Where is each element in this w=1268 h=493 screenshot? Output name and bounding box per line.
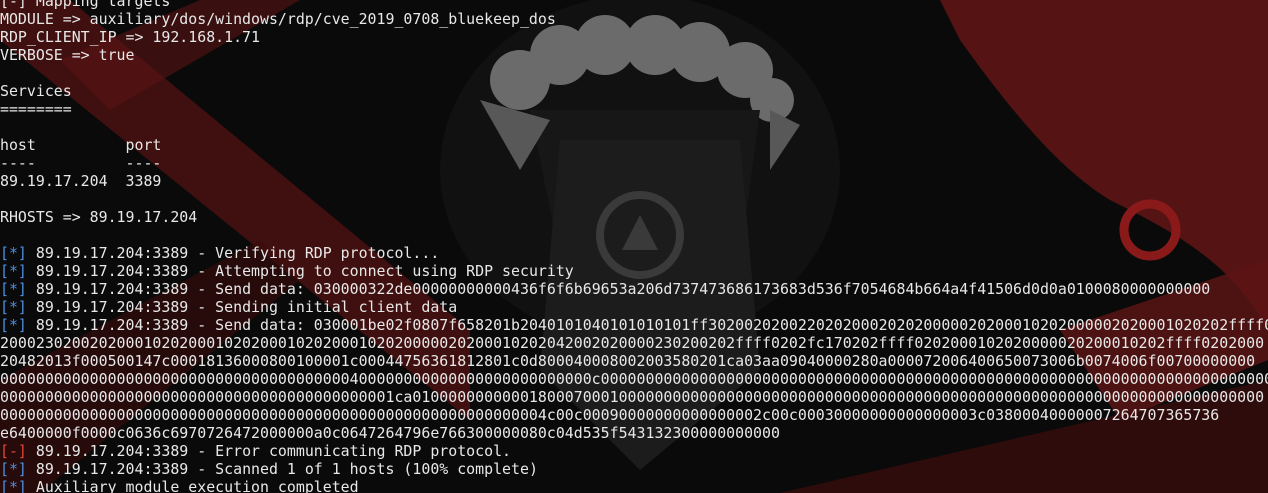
- info-tag: [*]: [0, 316, 27, 334]
- line-text: ---- ----: [0, 154, 162, 172]
- info-tag: [*]: [0, 478, 27, 493]
- line-text: Services: [0, 82, 72, 100]
- line-text: 2000230200202000102020001020200010202000…: [0, 334, 1265, 352]
- line-text: 89.19.17.204:3389 - Send data: 030001be0…: [26, 316, 1268, 334]
- terminal-line: e6400000f0000c0636c6970726472000000a0c06…: [0, 424, 1268, 442]
- terminal-line: ========: [0, 100, 1268, 118]
- line-text: VERBOSE => true: [0, 46, 135, 64]
- line-text: 89.19.17.204 3389: [0, 172, 162, 190]
- terminal-line: [-] 89.19.17.204:3389 - Error communicat…: [0, 442, 1268, 460]
- terminal-line: RDP_CLIENT_IP => 192.168.1.71: [0, 28, 1268, 46]
- line-text: ========: [0, 100, 72, 118]
- info-tag: [*]: [0, 244, 27, 262]
- error-tag: [-]: [0, 442, 27, 460]
- terminal-line: [*] 89.19.17.204:3389 - Scanned 1 of 1 h…: [0, 460, 1268, 478]
- line-text: 89.19.17.204:3389 - Send data: 030000322…: [26, 280, 1211, 298]
- line-text: MODULE => auxiliary/dos/windows/rdp/cve_…: [0, 10, 556, 28]
- terminal-line: ---- ----: [0, 154, 1268, 172]
- terminal-line: [*] 89.19.17.204:3389 - Attempting to co…: [0, 262, 1268, 280]
- terminal-line: 0000000000000000000000000000000000000000…: [0, 406, 1268, 424]
- info-tag: [*]: [0, 460, 27, 478]
- line-text: 0000000000000000000000000000000000000000…: [0, 388, 1265, 406]
- line-text: 20482013f000500147c00018136000800100001c…: [0, 352, 1256, 370]
- terminal-line: 0000000000000000000000000000000000000000…: [0, 388, 1268, 406]
- line-text: [-] Mapping targets: [0, 0, 171, 10]
- terminal-line: Services: [0, 82, 1268, 100]
- line-text: 89.19.17.204:3389 - Verifying RDP protoc…: [26, 244, 440, 262]
- terminal-line: VERBOSE => true: [0, 46, 1268, 64]
- line-text: 89.19.17.204:3389 - Scanned 1 of 1 hosts…: [26, 460, 538, 478]
- terminal-line: host port: [0, 136, 1268, 154]
- terminal-window[interactable]: [-] Mapping targets MODULE => auxiliary/d…: [0, 0, 1268, 493]
- line-text: e6400000f0000c0636c6970726472000000a0c06…: [0, 424, 780, 442]
- terminal-line: MODULE => auxiliary/dos/windows/rdp/cve_…: [0, 10, 1268, 28]
- line-text: RDP_CLIENT_IP => 192.168.1.71: [0, 28, 260, 46]
- line-text: RHOSTS => 89.19.17.204: [0, 208, 198, 226]
- line-text: 0000000000000000000000000000000000000004…: [0, 370, 1268, 388]
- terminal-line: 20482013f000500147c00018136000800100001c…: [0, 352, 1268, 370]
- line-text: 89.19.17.204:3389 - Error communicating …: [26, 442, 512, 460]
- terminal-line: [*] 89.19.17.204:3389 - Send data: 03000…: [0, 280, 1268, 298]
- terminal-line: [*] 89.19.17.204:3389 - Send data: 03000…: [0, 316, 1268, 334]
- line-text: host port: [0, 136, 162, 154]
- line-text: Auxiliary module execution completed: [26, 478, 359, 493]
- terminal-line: [*] 89.19.17.204:3389 - Sending initial …: [0, 298, 1268, 316]
- terminal-output: [-] Mapping targets MODULE => auxiliary/d…: [0, 0, 1268, 493]
- line-text: 0000000000000000000000000000000000000000…: [0, 406, 1220, 424]
- terminal-line: [*] 89.19.17.204:3389 - Verifying RDP pr…: [0, 244, 1268, 262]
- terminal-line: RHOSTS => 89.19.17.204: [0, 208, 1268, 226]
- terminal-line: [*] Auxiliary module execution completed: [0, 478, 1268, 493]
- info-tag: [*]: [0, 262, 27, 280]
- info-tag: [*]: [0, 298, 27, 316]
- line-text: 89.19.17.204:3389 - Attempting to connec…: [26, 262, 574, 280]
- terminal-line: 89.19.17.204 3389: [0, 172, 1268, 190]
- terminal-line: [-] Mapping targets: [0, 0, 1268, 10]
- line-text: 89.19.17.204:3389 - Sending initial clie…: [26, 298, 458, 316]
- terminal-line: 0000000000000000000000000000000000000004…: [0, 370, 1268, 388]
- terminal-line: 2000230200202000102020001020200010202000…: [0, 334, 1268, 352]
- info-tag: [*]: [0, 280, 27, 298]
